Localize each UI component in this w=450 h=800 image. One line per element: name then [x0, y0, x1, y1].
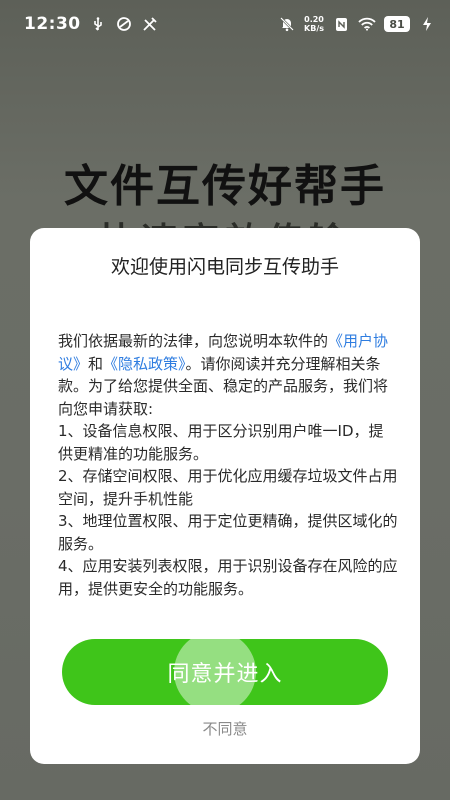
dialog-intro: 我们依据最新的法律，向您说明本软件的《用户协议》和《隐私政策》。请你阅读并充分理…	[58, 330, 398, 420]
privacy-policy-link[interactable]: 《隐私政策》	[103, 355, 186, 373]
status-left: 12:30	[24, 14, 159, 34]
dialog-title: 欢迎使用闪电同步互传助手	[110, 256, 339, 278]
permission-item-storage: 2、存储空间权限、用于优化应用缓存垃圾文件占用空间，提升手机性能	[58, 467, 398, 508]
sync-app-icon	[115, 15, 133, 33]
permission-item-location: 3、地理位置权限、用于定位更精确，提供区域化的服务。	[58, 512, 398, 553]
nfc-icon	[332, 15, 350, 33]
network-speed-value: 0.20	[304, 15, 324, 24]
status-bar: 12:30 0.20 KB/s 81	[0, 0, 450, 48]
tools-icon	[141, 15, 159, 33]
status-time: 12:30	[24, 14, 81, 34]
usb-icon	[89, 15, 107, 33]
agree-button-label: 同意并进入	[167, 662, 283, 687]
disagree-link[interactable]: 不同意	[30, 718, 420, 739]
status-right: 0.20 KB/s 81	[278, 15, 436, 33]
permission-item-app-list: 4、应用安装列表权限，用于识别设备存在风险的应用，提供更安全的功能服务。	[58, 557, 398, 598]
dialog-body: 我们依据最新的法律，向您说明本软件的《用户协议》和《隐私政策》。请你阅读并充分理…	[58, 330, 398, 600]
charging-icon	[418, 15, 436, 33]
wifi-icon	[358, 15, 376, 33]
network-speed-unit: KB/s	[304, 24, 324, 33]
permission-item-device-info: 1、设备信息权限、用于区分识别用户唯一ID，提供更精准的功能服务。	[58, 422, 384, 463]
mute-bell-icon	[278, 15, 296, 33]
background-headline: 文件互传好帮手	[64, 161, 386, 212]
intro-and-text: 和	[88, 354, 104, 373]
intro-before-text: 我们依据最新的法律，向您说明本软件的	[58, 332, 329, 350]
privacy-dialog: 欢迎使用闪电同步互传助手 我们依据最新的法律，向您说明本软件的《用户协议》和《隐…	[30, 228, 420, 764]
agree-button[interactable]: 同意并进入	[62, 639, 388, 705]
battery-level: 81	[384, 16, 410, 32]
network-speed: 0.20 KB/s	[304, 15, 324, 33]
